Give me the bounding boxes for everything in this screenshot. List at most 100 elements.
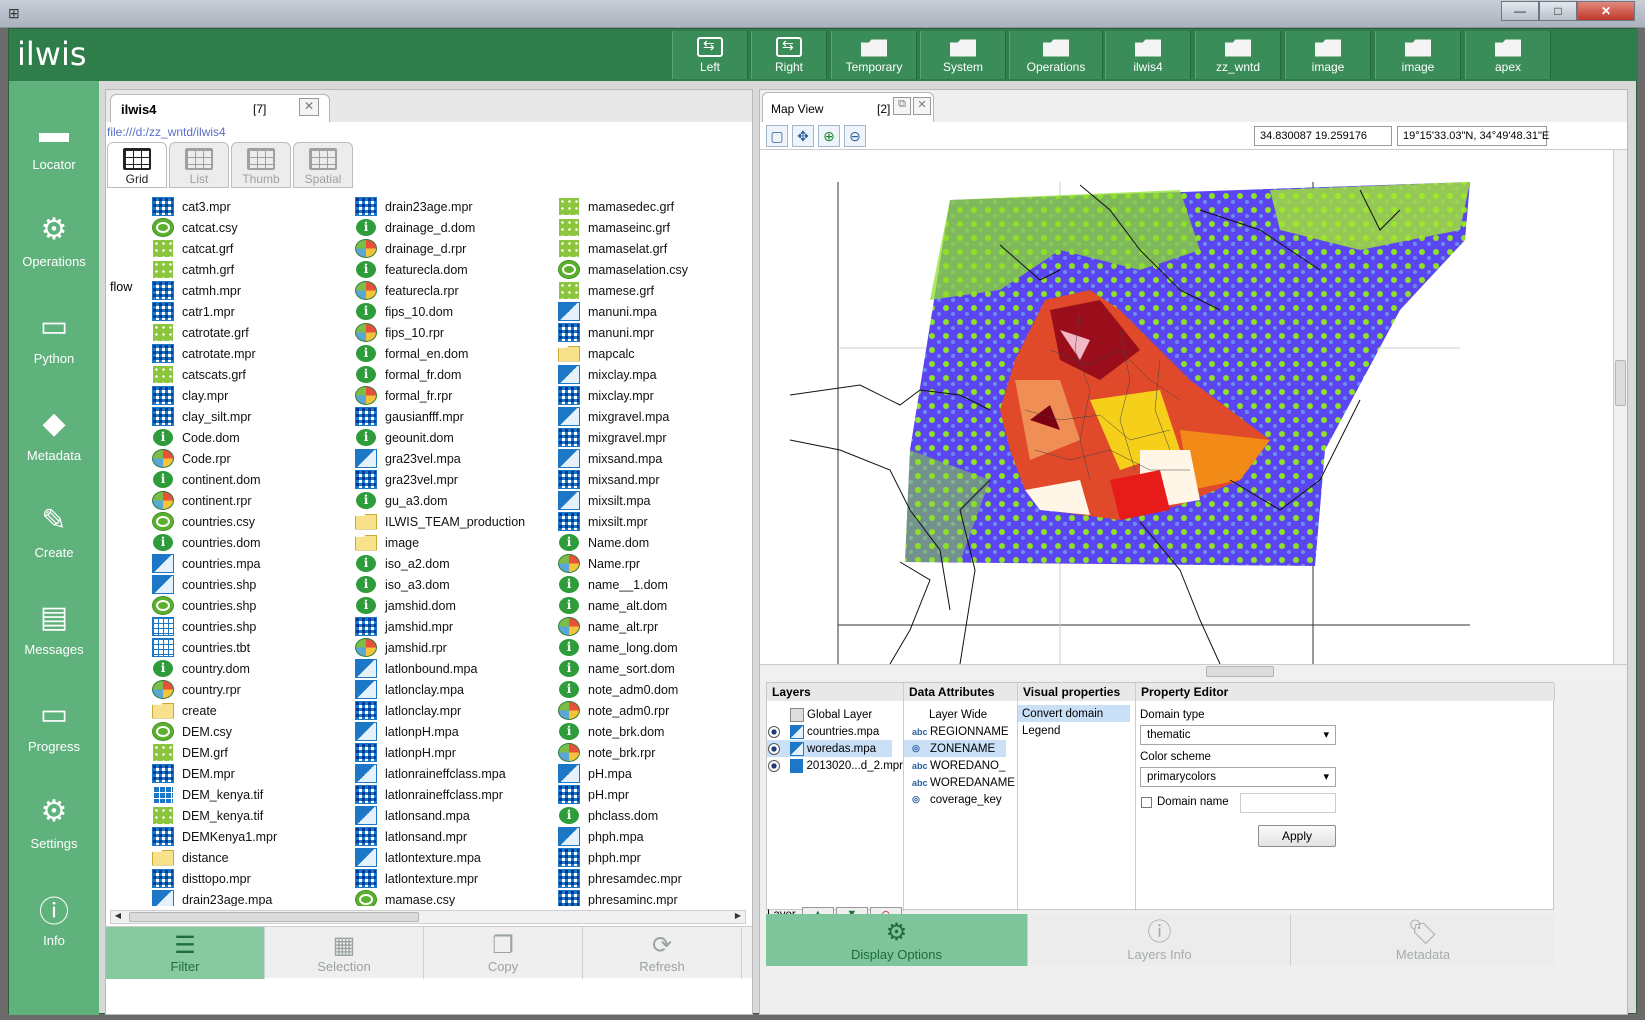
- file-item[interactable]: Code.dom: [152, 427, 277, 448]
- toolbar-button-3[interactable]: System: [920, 31, 1006, 79]
- file-item[interactable]: iso_a3.dom: [355, 574, 525, 595]
- toolbar-button-1[interactable]: Right: [751, 31, 827, 79]
- toolbar-button-4[interactable]: Operations: [1009, 31, 1103, 79]
- file-item[interactable]: mamaselat.grf: [558, 238, 688, 259]
- file-item[interactable]: countries.shp: [152, 574, 277, 595]
- attribute-item[interactable]: abc WOREDANO_: [904, 757, 1017, 774]
- catalog-tab[interactable]: ilwis4 [7] ✕: [110, 94, 330, 122]
- toolbar-button-9[interactable]: apex: [1465, 31, 1551, 79]
- tab-thumb[interactable]: Thumb: [231, 142, 291, 188]
- catalog-hscrollbar[interactable]: ◀ ▶: [110, 910, 746, 924]
- file-item[interactable]: countries.dom: [152, 532, 277, 553]
- metadata-button[interactable]: 🏷 Metadata: [1292, 914, 1554, 966]
- filter-button[interactable]: ☰ Filter: [106, 927, 265, 979]
- file-item[interactable]: DEM.grf: [152, 742, 277, 763]
- file-item[interactable]: country.rpr: [152, 679, 277, 700]
- file-item[interactable]: catmh.mpr: [152, 280, 277, 301]
- file-item[interactable]: countries.tbt: [152, 637, 277, 658]
- file-item[interactable]: latlonclay.mpa: [355, 679, 525, 700]
- file-item[interactable]: featurecla.dom: [355, 259, 525, 280]
- file-item[interactable]: latlonraineffclass.mpr: [355, 784, 525, 805]
- file-item[interactable]: latlonraineffclass.mpa: [355, 763, 525, 784]
- file-item[interactable]: Name.rpr: [558, 553, 688, 574]
- maximize-button[interactable]: □: [1539, 1, 1577, 21]
- file-item[interactable]: phresamdec.mpr: [558, 868, 688, 889]
- file-item[interactable]: DEMKenya1.mpr: [152, 826, 277, 847]
- file-item[interactable]: catscats.grf: [152, 364, 277, 385]
- close-button[interactable]: ✕: [1577, 1, 1635, 21]
- file-item[interactable]: mixgravel.mpa: [558, 406, 688, 427]
- sidebar-item-messages[interactable]: ▤ Messages: [9, 580, 99, 676]
- layer-item[interactable]: 2013020...d_2.mpr: [767, 757, 903, 774]
- file-item[interactable]: pH.mpa: [558, 763, 688, 784]
- file-item[interactable]: Code.rpr: [152, 448, 277, 469]
- file-item[interactable]: featurecla.rpr: [355, 280, 525, 301]
- file-item[interactable]: mixclay.mpr: [558, 385, 688, 406]
- file-item[interactable]: mamese.grf: [558, 280, 688, 301]
- sidebar-item-info[interactable]: ⓘ Info: [9, 871, 99, 967]
- file-item[interactable]: gausianfff.mpr: [355, 406, 525, 427]
- file-item[interactable]: note_brk.dom: [558, 721, 688, 742]
- tab-list[interactable]: List: [169, 142, 229, 188]
- file-item[interactable]: mamaselation.csy: [558, 259, 688, 280]
- map-vscrollbar[interactable]: [1613, 150, 1627, 664]
- apply-button[interactable]: Apply: [1258, 825, 1336, 847]
- file-item[interactable]: mixsand.mpr: [558, 469, 688, 490]
- file-item[interactable]: Name.dom: [558, 532, 688, 553]
- file-item[interactable]: drainage_d.rpr: [355, 238, 525, 259]
- file-item[interactable]: drainage_d.dom: [355, 217, 525, 238]
- file-item[interactable]: country.dom: [152, 658, 277, 679]
- file-item[interactable]: mixclay.mpa: [558, 364, 688, 385]
- tab-spatial[interactable]: Spatial: [293, 142, 353, 188]
- file-item[interactable]: continent.dom: [152, 469, 277, 490]
- file-item[interactable]: jamshid.dom: [355, 595, 525, 616]
- file-item[interactable]: fips_10.dom: [355, 301, 525, 322]
- display-options-button[interactable]: ⚙ Display Options: [766, 914, 1028, 966]
- attribute-item-selected[interactable]: ◎ ZONENAME: [904, 740, 1006, 757]
- scroll-thumb[interactable]: [1615, 360, 1626, 406]
- tab-grid[interactable]: Grid: [107, 142, 167, 188]
- file-item[interactable]: formal_fr.rpr: [355, 385, 525, 406]
- file-item[interactable]: clay.mpr: [152, 385, 277, 406]
- file-item[interactable]: catcat.csy: [152, 217, 277, 238]
- file-item[interactable]: fips_10.rpr: [355, 322, 525, 343]
- sidebar-item-operations[interactable]: ⚙ Operations: [9, 192, 99, 288]
- entire-map-icon[interactable]: ▢: [766, 125, 788, 147]
- refresh-button[interactable]: ⟳ Refresh: [583, 927, 742, 979]
- file-item[interactable]: phph.mpr: [558, 847, 688, 868]
- file-item[interactable]: countries.shp: [152, 595, 277, 616]
- file-item[interactable]: latlonsand.mpa: [355, 805, 525, 826]
- scroll-thumb[interactable]: [129, 912, 419, 922]
- file-item[interactable]: formal_fr.dom: [355, 364, 525, 385]
- zoom-out-icon[interactable]: ⊖: [844, 125, 866, 147]
- catalog-url[interactable]: file:///d:/zz_wntd/ilwis4: [107, 125, 226, 139]
- file-item[interactable]: catcat.grf: [152, 238, 277, 259]
- toolbar-button-5[interactable]: ilwis4: [1105, 31, 1191, 79]
- layers-info-button[interactable]: ⓘ Layers Info: [1029, 914, 1291, 966]
- file-item[interactable]: mixsand.mpa: [558, 448, 688, 469]
- file-item[interactable]: geounit.dom: [355, 427, 525, 448]
- sidebar-item-metadata[interactable]: ◆ Metadata: [9, 386, 99, 482]
- file-item[interactable]: DEM_kenya.tif: [152, 784, 277, 805]
- pan-icon[interactable]: ✥: [792, 125, 814, 147]
- scroll-thumb[interactable]: [1206, 666, 1274, 677]
- sidebar-item-create[interactable]: ✎ Create: [9, 483, 99, 579]
- file-item[interactable]: manuni.mpr: [558, 322, 688, 343]
- copy-button[interactable]: ❐ Copy: [424, 927, 583, 979]
- file-item[interactable]: ILWIS_TEAM_production: [355, 511, 525, 532]
- zoom-in-icon[interactable]: ⊕: [818, 125, 840, 147]
- file-item[interactable]: clay_silt.mpr: [152, 406, 277, 427]
- file-item[interactable]: disttopo.mpr: [152, 868, 277, 889]
- map-tab[interactable]: Map View [2] ⧉ ✕: [762, 92, 934, 122]
- map-canvas[interactable]: [760, 150, 1613, 664]
- file-item[interactable]: catr1.mpr: [152, 301, 277, 322]
- file-item[interactable]: mixsilt.mpr: [558, 511, 688, 532]
- file-item[interactable]: latlonpH.mpr: [355, 742, 525, 763]
- scroll-right-icon[interactable]: ▶: [731, 911, 745, 923]
- toolbar-button-6[interactable]: zz_wntd: [1195, 31, 1281, 79]
- file-item[interactable]: iso_a2.dom: [355, 553, 525, 574]
- visibility-toggle[interactable]: [768, 759, 780, 772]
- file-item[interactable]: DEM_kenya.tif: [152, 805, 277, 826]
- visual-item-selected[interactable]: Convert domain: [1018, 705, 1130, 722]
- file-item[interactable]: phresaminc.mpr: [558, 889, 688, 906]
